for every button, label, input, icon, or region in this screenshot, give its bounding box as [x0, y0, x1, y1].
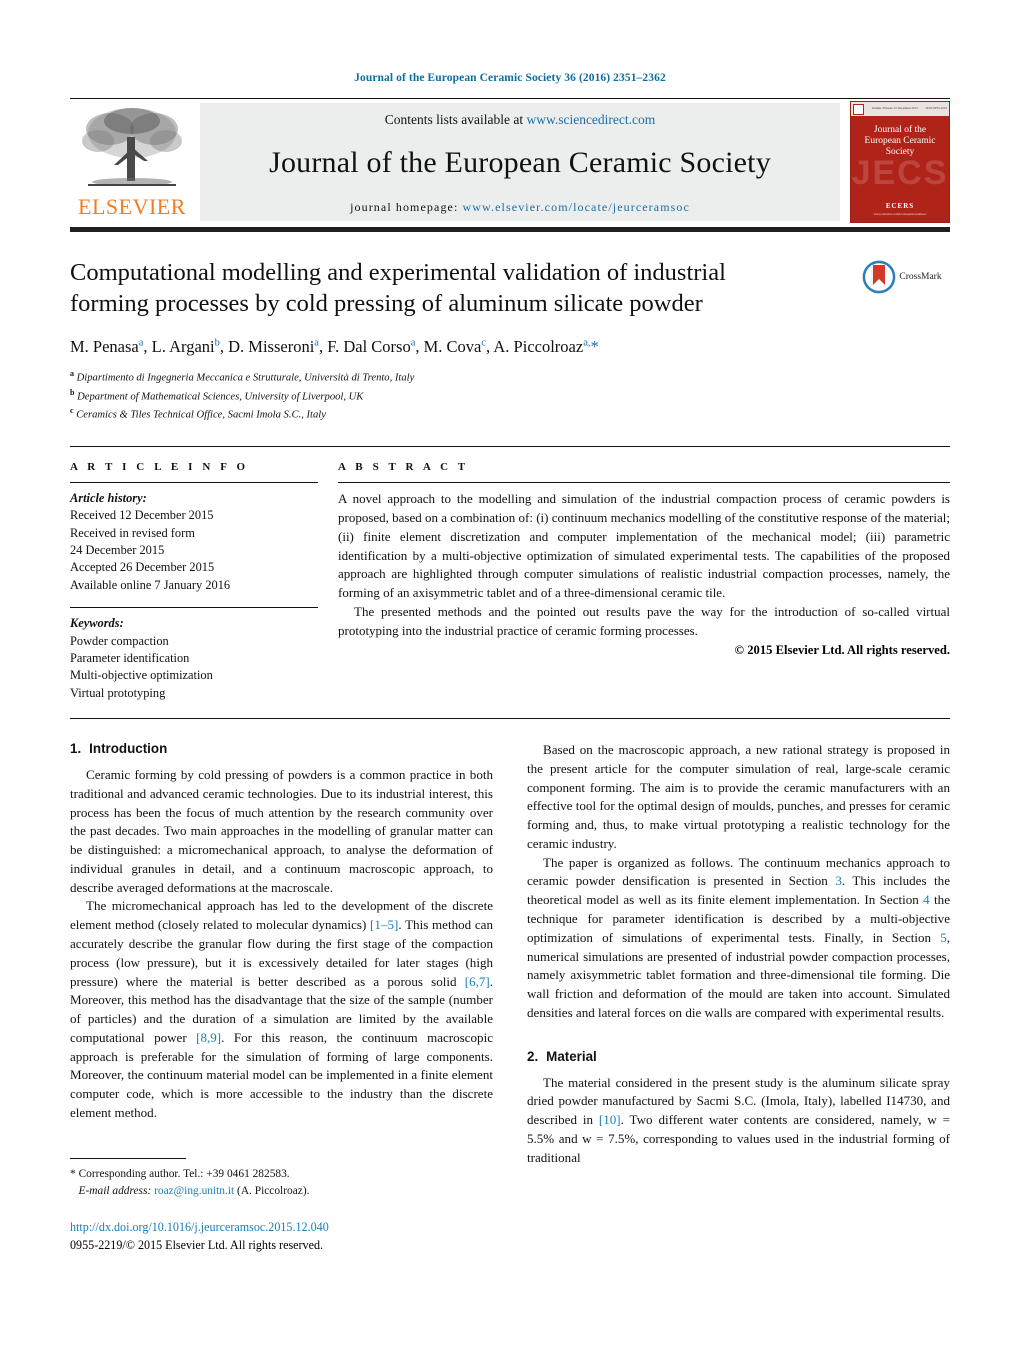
affiliation-marker: c — [70, 406, 74, 416]
masthead-bottom-rule — [70, 227, 950, 232]
journal-article-page: Journal of the European Ceramic Society … — [0, 0, 1020, 1351]
citation-10[interactable]: [10] — [599, 1112, 621, 1127]
keyword-item: Parameter identification — [70, 650, 190, 665]
section-2-heading: 2. Material — [527, 1049, 950, 1064]
contents-available-line: Contents lists available at www.scienced… — [385, 112, 656, 128]
journal-homepage-line: journal homepage: www.elsevier.com/locat… — [350, 200, 690, 215]
article-body: 1. Introduction Ceramic forming by cold p… — [70, 719, 950, 1168]
citation-1-5[interactable]: [1–5] — [370, 917, 398, 932]
crossmark-badge[interactable]: CrossMark — [854, 258, 950, 357]
abstract-paragraph-1: A novel approach to the modelling and si… — [338, 491, 950, 601]
history-item: Received 12 December 2015 — [70, 508, 214, 523]
affiliation-c: c Ceramics & Tiles Technical Office, Sac… — [70, 406, 326, 421]
abstract-paragraph-2: The presented methods and the pointed ou… — [338, 604, 950, 638]
abstract-column: A B S T R A C T A novel approach to the … — [338, 461, 950, 702]
abstract-body: A novel approach to the modelling and si… — [338, 490, 950, 641]
cover-footer-url: www.elsevier.com/locate/jeurceramsoc — [873, 212, 927, 216]
history-item: Available online 7 January 2016 — [70, 577, 231, 592]
article-info-heading: A R T I C L E I N F O — [70, 461, 249, 474]
abstract-heading: A B S T R A C T — [338, 461, 469, 474]
history-item: Accepted 26 December 2015 — [70, 560, 215, 575]
homepage-prefix: journal homepage: — [350, 199, 459, 214]
history-item: 24 December 2015 — [70, 543, 165, 558]
cover-logo-icon — [853, 103, 864, 115]
journal-masthead: ELSEVIER Contents lists available at www… — [70, 99, 950, 227]
keywords-block: Keywords: Powder compaction Parameter ide… — [70, 607, 318, 702]
right-paragraph-2: The paper is organized as follows. The c… — [527, 854, 950, 1023]
keywords-rule — [70, 607, 318, 609]
cover-watermark: JECS — [851, 154, 949, 192]
title-block: Computational modelling and experimental… — [70, 258, 950, 357]
keywords-list: Powder compaction Parameter identificatio… — [70, 633, 318, 702]
citation-6-7[interactable]: [6,7] — [465, 974, 490, 989]
running-head: Journal of the European Ceramic Society … — [354, 72, 666, 84]
sciencedirect-link[interactable]: www.sciencedirect.com — [526, 112, 655, 127]
section-1-title: Introduction — [89, 740, 168, 756]
keyword-item: Virtual prototyping — [70, 685, 166, 700]
crossmark-icon — [862, 260, 896, 294]
affiliation-b: b Department of Mathematical Sciences, U… — [70, 387, 364, 403]
body-right-column: Based on the macroscopic approach, a new… — [527, 741, 950, 1168]
footnote-star: * — [70, 1168, 76, 1180]
section-2-title: Material — [546, 1048, 597, 1064]
section-2-number: 2. — [527, 1048, 539, 1064]
history-item: Received in revised form — [70, 525, 195, 540]
abstract-copyright: © 2015 Elsevier Ltd. All rights reserved… — [734, 642, 950, 657]
title-text-wrap: Computational modelling and experimental… — [70, 258, 854, 357]
citation-8-9[interactable]: [8,9] — [196, 1030, 221, 1045]
right-paragraph-1: Based on the macroscopic approach, a new… — [527, 741, 950, 851]
section-1-paragraph-1: Ceramic forming by cold pressing of powd… — [70, 766, 493, 895]
cover-footer: ECERS www.elsevier.com/locate/jeurcerams… — [851, 202, 949, 216]
elsevier-logo: ELSEVIER — [70, 99, 194, 227]
abstract-rule — [338, 482, 950, 484]
elsevier-tree-icon — [82, 108, 182, 186]
issn-copyright-line: 0955-2219/© 2015 Elsevier Ltd. All right… — [70, 1237, 324, 1252]
email-label: E-mail address: — [78, 1184, 152, 1197]
article-history-block: Article history: Received 12 December 20… — [70, 490, 318, 594]
section-1-heading: 1. Introduction — [70, 741, 493, 756]
section-1-paragraph-2: The micromechanical approach has led to … — [70, 897, 493, 1122]
journal-homepage-link[interactable]: www.elsevier.com/locate/jeurceramsoc — [463, 200, 690, 214]
contents-prefix: Contents lists available at — [384, 111, 524, 127]
cover-topbar: Volume 36 Issue 10 December 2015 ISSN 09… — [851, 102, 949, 116]
section-2-paragraph-1: The material considered in the present s… — [527, 1074, 950, 1168]
author-list: M. Penasaa, L. Arganib, D. Misseronia, F… — [70, 336, 599, 356]
corresponding-author-note: * Corresponding author. Tel.: +39 0461 2… — [70, 1166, 493, 1199]
keywords-label: Keywords: — [70, 616, 124, 631]
elsevier-wordmark: ELSEVIER — [78, 194, 186, 219]
keyword-item: Multi-objective optimization — [70, 668, 213, 683]
crossmark-label: CrossMark — [899, 272, 942, 282]
email-link[interactable]: roaz@ing.unitn.it — [154, 1185, 234, 1197]
email-suffix: (A. Piccolroaz). — [237, 1184, 310, 1197]
cover-society-label: ECERS — [885, 202, 915, 210]
affiliation-a: a Dipartimento di Ingegneria Meccanica e… — [70, 369, 415, 384]
cover-volume-text: Volume 36 Issue 10 December 2015 — [871, 106, 918, 111]
history-list: Received 12 December 2015 Received in rev… — [70, 507, 318, 594]
section-1-number: 1. — [70, 740, 82, 756]
footnote-region: * Corresponding author. Tel.: +39 0461 2… — [70, 1158, 493, 1254]
corresponding-author-text: Corresponding author. Tel.: +39 0461 282… — [78, 1168, 290, 1180]
cover-issn-text: ISSN 0955-2219 — [925, 106, 947, 111]
article-history-label: Article history: — [70, 491, 147, 506]
article-info-rule — [70, 482, 318, 484]
page-title: Computational modelling and experimental… — [70, 259, 726, 317]
footnote-rule — [70, 1158, 186, 1159]
doi-link[interactable]: http://dx.doi.org/10.1016/j.jeurceramsoc… — [70, 1219, 493, 1237]
affiliation-marker: a — [70, 369, 74, 379]
article-info-column: A R T I C L E I N F O Article history: R… — [70, 461, 338, 702]
masthead-center-panel: Contents lists available at www.scienced… — [200, 103, 840, 221]
journal-cover-thumbnail: Volume 36 Issue 10 December 2015 ISSN 09… — [850, 101, 950, 223]
info-abstract-region: A R T I C L E I N F O Article history: R… — [70, 447, 950, 702]
journal-title: Journal of the European Ceramic Society — [269, 145, 771, 179]
cover-journal-title: Journal of the European Ceramic Society — [864, 125, 936, 157]
doi-block: http://dx.doi.org/10.1016/j.jeurceramsoc… — [70, 1219, 493, 1254]
body-left-column: 1. Introduction Ceramic forming by cold p… — [70, 741, 493, 1168]
affiliations: a Dipartimento di Ingegneria Meccanica e… — [70, 368, 950, 424]
affiliation-marker: b — [70, 387, 75, 397]
keyword-item: Powder compaction — [70, 633, 169, 648]
